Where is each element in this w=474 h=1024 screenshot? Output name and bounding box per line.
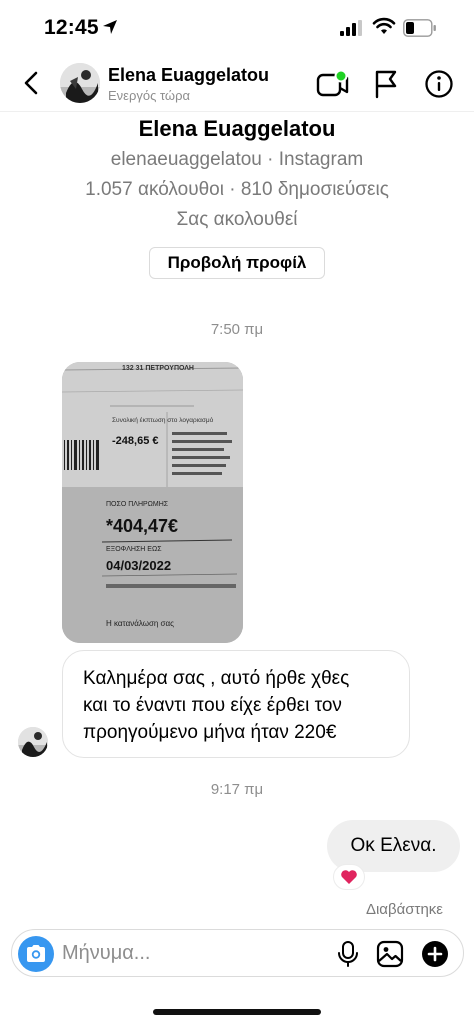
profile-handle: elenaeuaggelatou · Instagram (110, 149, 364, 170)
back-icon[interactable] (18, 68, 46, 98)
message-line: και το έναντι που είχε έρθει τον (83, 695, 342, 716)
photo-due-label: ΕΞΟΦΛΗΣΗ ΕΩΣ (106, 546, 162, 553)
location-arrow-icon (103, 20, 117, 34)
message-line: προηγούμενο μήνα ήταν 220€ (83, 722, 337, 743)
battery-icon (403, 19, 436, 37)
profile-follows-you: Σας ακολουθεί (176, 209, 298, 230)
camera-icon (27, 945, 45, 962)
message-timestamp: 7:50 πμ (210, 321, 264, 338)
profile-name: Elena Euaggelatou (138, 116, 336, 141)
home-indicator[interactable] (153, 1009, 321, 1015)
profile-stats: 1.057 ακόλουθοι · 810 δημοσιεύσεις (85, 179, 389, 200)
status-time: 12:45 (44, 16, 99, 39)
heart-icon (341, 870, 357, 884)
message-composer (11, 929, 464, 977)
signal-icon (340, 20, 362, 36)
photo-discount-value: -248,65 € (112, 435, 158, 447)
header-avatar[interactable] (60, 63, 100, 103)
seen-status: Διαβάστηκε (365, 901, 443, 918)
photo-pay-label: ΠΟΣΟ ΠΛΗΡΩΜΗΣ (106, 501, 169, 508)
plus-icon[interactable] (421, 940, 449, 968)
message-line: Καλημέρα σας , αυτό ήρθε χθες (83, 668, 350, 689)
message-timestamp: 9:17 πμ (210, 781, 264, 798)
photo-footer: Η κατανάλωση σας (106, 619, 174, 628)
gallery-icon[interactable] (376, 940, 404, 968)
outgoing-message-text: Οκ Ελενα. (350, 835, 437, 856)
photo-due-value: 04/03/2022 (106, 558, 171, 573)
wifi-icon (372, 17, 396, 34)
sender-avatar[interactable] (18, 727, 48, 757)
camera-button[interactable] (18, 936, 54, 972)
status-bar: 12:45 (0, 0, 474, 56)
photo-discount-label: Συνολική έκπτωση στο λογαριασμό (112, 416, 214, 424)
view-profile-button[interactable]: Προβολή προφίλ (149, 247, 325, 279)
active-status: Ενεργός τώρα (108, 88, 190, 103)
heart-reaction[interactable] (333, 864, 365, 890)
incoming-message-bubble[interactable]: Καλημέρα σας , αυτό ήρθε χθες και το ένα… (62, 650, 410, 758)
message-input[interactable] (62, 938, 322, 968)
photo-message[interactable]: 132 31 ΠΕΤΡΟΥΠΟΛΗ Συνολική έκπτωση στο λ… (62, 362, 243, 643)
microphone-icon[interactable] (337, 940, 359, 968)
photo-pay-value: *404,47€ (106, 516, 178, 536)
info-icon[interactable] (424, 69, 454, 99)
video-call-icon[interactable] (316, 70, 350, 98)
contact-name: Elena Euaggelatou (108, 65, 270, 85)
chat-header: Elena Euaggelatou Ενεργός τώρα (0, 56, 474, 112)
photo-address: 132 31 ΠΕΤΡΟΥΠΟΛΗ (122, 365, 194, 372)
flag-icon[interactable] (372, 69, 400, 99)
